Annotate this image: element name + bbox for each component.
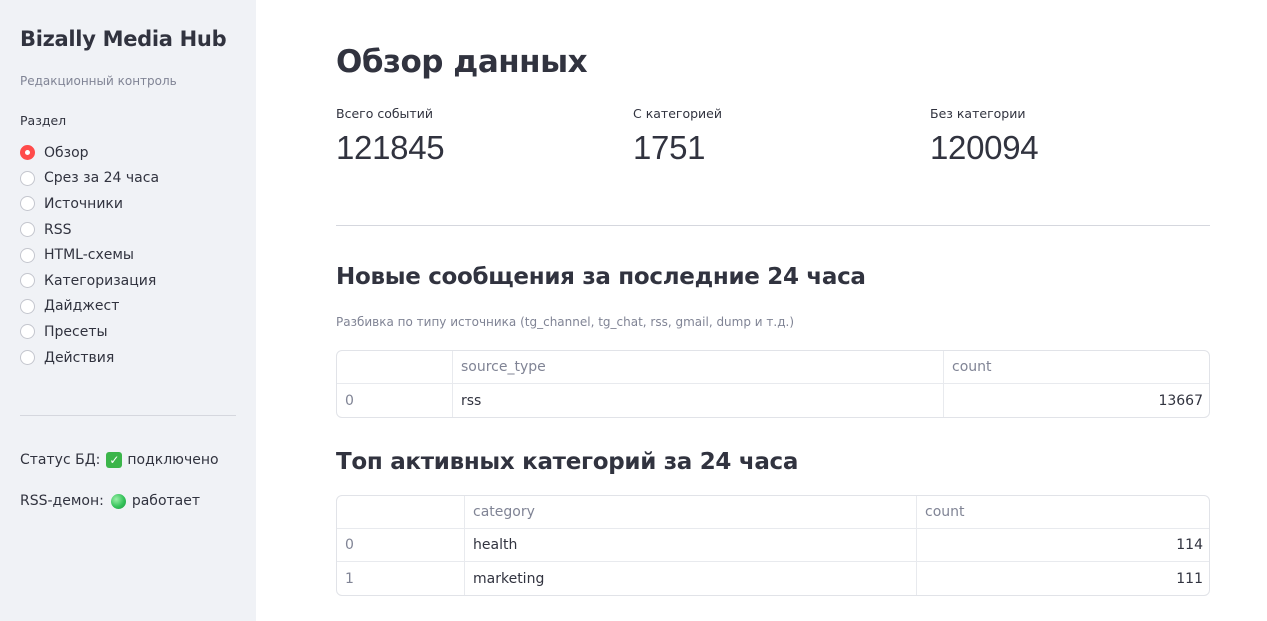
- column-header-source-type[interactable]: source_type: [453, 351, 944, 383]
- cell-count[interactable]: 111: [917, 562, 1209, 595]
- row-index[interactable]: 1: [337, 562, 465, 595]
- column-header-category[interactable]: category: [465, 496, 917, 528]
- column-header-count[interactable]: count: [917, 496, 1209, 528]
- metric-label: Всего событий: [336, 106, 433, 121]
- top-categories-table[interactable]: category count 0 health 114 1 marketing …: [336, 495, 1210, 596]
- radio-unchecked-icon[interactable]: [20, 170, 35, 186]
- column-header-count[interactable]: count: [944, 351, 1209, 383]
- page-title: Обзор данных: [336, 44, 588, 80]
- rss-status-value: работает: [131, 493, 201, 509]
- app-title: Bizally Media Hub: [20, 27, 227, 51]
- app-caption: Редакционный контроль: [20, 74, 177, 88]
- rss-status-label: RSS-демон:: [20, 493, 104, 509]
- cell-category[interactable]: health: [465, 529, 917, 561]
- rss-daemon-status: RSS-демон: работает: [20, 493, 200, 509]
- nav-item-label: Категоризация: [44, 272, 157, 289]
- cell-count[interactable]: 114: [917, 529, 1209, 561]
- source-type-table[interactable]: source_type count 0 rss 13667: [336, 350, 1210, 418]
- radio-unchecked-icon[interactable]: [20, 350, 35, 366]
- cell-source-type[interactable]: rss: [453, 384, 944, 417]
- radio-unchecked-icon[interactable]: [20, 273, 35, 289]
- metric-label: Без категории: [930, 106, 1026, 121]
- nav-item-overview[interactable]: Обзор: [20, 140, 159, 166]
- metric-without-category: Без категории 120094: [930, 106, 1039, 167]
- db-status-value: подключено: [127, 452, 219, 468]
- nav-item-digest[interactable]: Дайджест: [20, 294, 159, 320]
- table-row: 1 marketing 111: [337, 562, 1209, 595]
- nav-item-label: Обзор: [44, 144, 89, 161]
- cell-count[interactable]: 13667: [944, 384, 1209, 417]
- metric-with-category: С категорией 1751: [633, 106, 722, 167]
- nav-radio-group: Обзор Срез за 24 часа Источники RSS HTML…: [20, 140, 159, 370]
- table-row: 0 health 114: [337, 529, 1209, 562]
- nav-item-actions[interactable]: Действия: [20, 345, 159, 371]
- nav-item-categorization[interactable]: Категоризация: [20, 268, 159, 294]
- nav-item-sources[interactable]: Источники: [20, 191, 159, 217]
- radio-unchecked-icon[interactable]: [20, 247, 35, 263]
- row-index[interactable]: 0: [337, 384, 453, 417]
- cell-category[interactable]: marketing: [465, 562, 917, 595]
- nav-item-label: RSS: [44, 221, 72, 238]
- metric-value: 120094: [930, 129, 1039, 166]
- table-header-row: category count: [337, 496, 1209, 529]
- nav-item-presets[interactable]: Пресеты: [20, 319, 159, 345]
- nav-item-label: HTML-схемы: [44, 247, 134, 264]
- nav-item-label: Срез за 24 часа: [44, 170, 160, 187]
- nav-section-label: Раздел: [20, 113, 67, 128]
- green-circle-icon: [110, 493, 126, 509]
- nav-item-label: Источники: [44, 195, 123, 212]
- db-status: Статус БД: ✓ подключено: [20, 452, 219, 468]
- main-content: Обзор данных Всего событий 121845 С кате…: [256, 0, 1267, 621]
- nav-item-label: Пресеты: [44, 323, 108, 340]
- metric-total-events: Всего событий 121845: [336, 106, 445, 167]
- radio-unchecked-icon[interactable]: [20, 196, 35, 212]
- db-status-label: Статус БД:: [20, 452, 101, 468]
- radio-checked-icon[interactable]: [20, 145, 35, 161]
- radio-unchecked-icon[interactable]: [20, 298, 35, 314]
- nav-item-html-schemas[interactable]: HTML-схемы: [20, 242, 159, 268]
- nav-item-label: Действия: [44, 349, 115, 366]
- section-title-top-categories: Топ активных категорий за 24 часа: [336, 449, 799, 475]
- metric-value: 1751: [633, 129, 706, 166]
- table-row: 0 rss 13667: [337, 384, 1209, 417]
- nav-item-24h-slice[interactable]: Срез за 24 часа: [20, 166, 159, 192]
- index-header[interactable]: [337, 351, 453, 383]
- sidebar-divider: [20, 415, 236, 416]
- metric-label: С категорией: [633, 106, 722, 121]
- sidebar: Bizally Media Hub Редакционный контроль …: [0, 0, 256, 621]
- radio-unchecked-icon[interactable]: [20, 324, 35, 340]
- nav-item-rss[interactable]: RSS: [20, 217, 159, 243]
- section-caption: Разбивка по типу источника (tg_channel, …: [336, 315, 794, 329]
- check-mark-icon: ✓: [106, 452, 123, 468]
- metric-value: 121845: [336, 129, 445, 166]
- table-header-row: source_type count: [337, 351, 1209, 384]
- row-index[interactable]: 0: [337, 529, 465, 561]
- radio-unchecked-icon[interactable]: [20, 222, 35, 238]
- section-divider: [336, 225, 1210, 226]
- nav-item-label: Дайджест: [44, 298, 120, 315]
- section-title-new-messages: Новые сообщения за последние 24 часа: [336, 264, 866, 290]
- index-header[interactable]: [337, 496, 465, 528]
